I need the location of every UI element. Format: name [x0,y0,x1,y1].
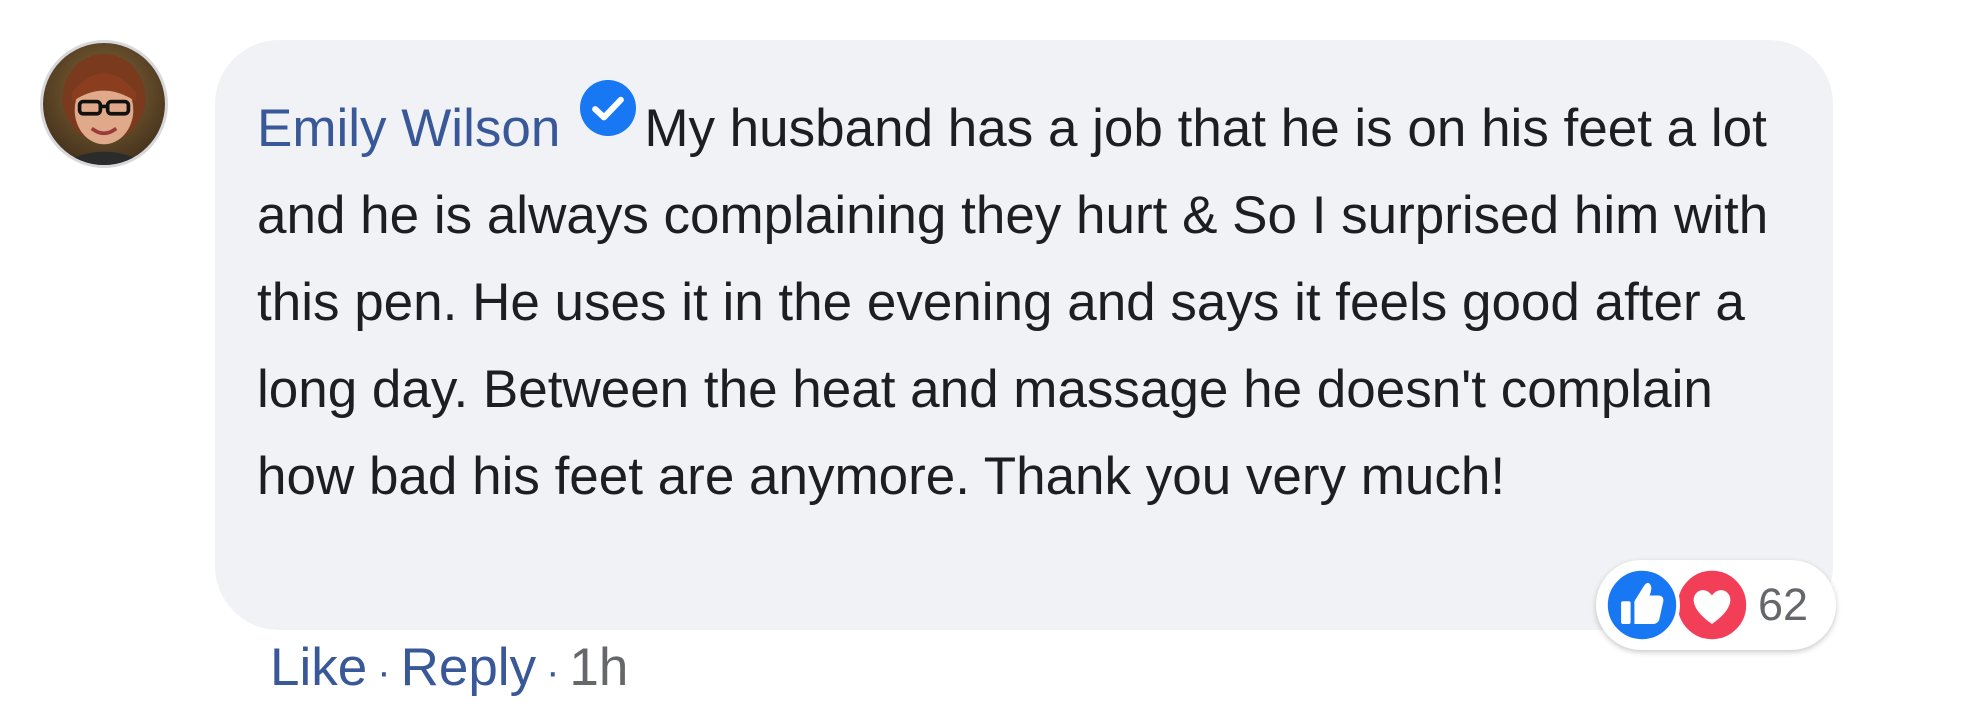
separator-dot: · [377,650,391,694]
verified-badge-icon [580,80,637,136]
separator-dot: · [546,650,560,694]
love-icon [1674,567,1750,643]
comment-bubble: Emily Wilson My husband has a job that he… [215,40,1833,630]
comment-author[interactable]: Emily Wilson [257,99,560,158]
like-button[interactable]: Like [270,638,367,697]
avatar[interactable] [40,40,168,168]
like-icon [1604,567,1680,643]
comment-timestamp[interactable]: 1h [569,638,628,697]
comment-text: My husband has a job that he is on his f… [257,99,1769,506]
avatar-image [43,43,165,165]
reaction-count: 62 [1758,579,1809,630]
comment-body: Emily Wilson My husband has a job that he… [257,80,1793,520]
comment-actions: Like · Reply · 1h [270,633,628,707]
reactions-summary[interactable]: 62 [1596,560,1836,650]
reply-button[interactable]: Reply [401,638,537,697]
